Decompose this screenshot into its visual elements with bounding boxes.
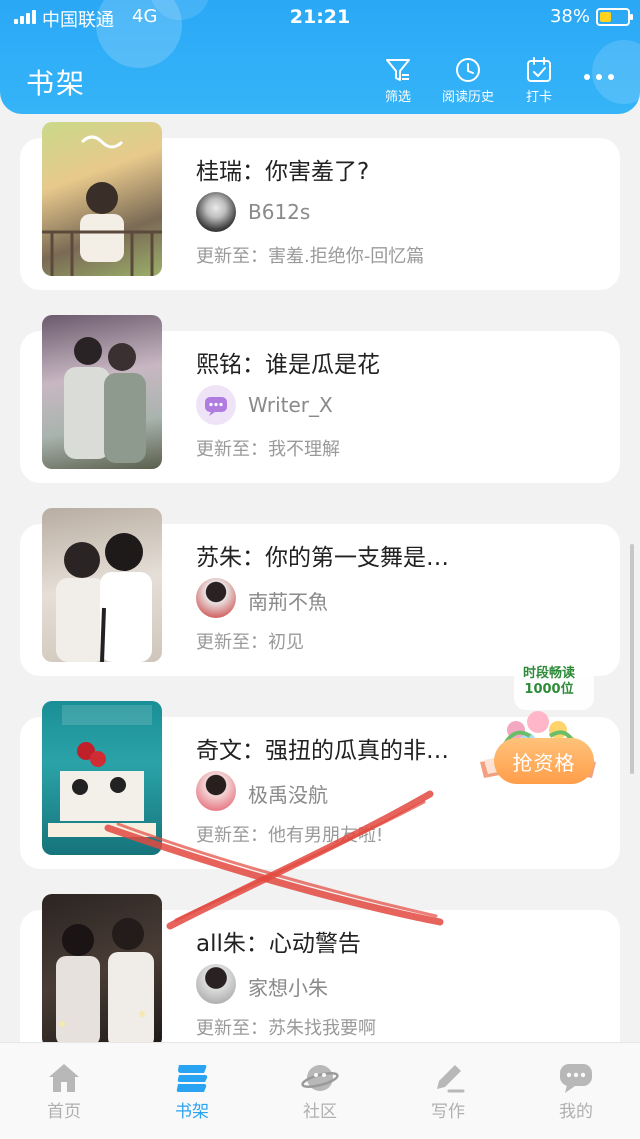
avatar: [196, 578, 236, 618]
cover-art: [48, 705, 156, 837]
decor-bubble: [592, 40, 640, 104]
book-card[interactable]: 桂瑞：你害羞了? B612s 更新至：害羞.拒绝你-回忆篇: [20, 122, 620, 290]
tab-community[interactable]: 社区: [256, 1043, 384, 1139]
home-icon: [49, 1064, 79, 1092]
filter-button[interactable]: 筛选: [380, 56, 416, 105]
update-text: 更新至：初见: [196, 632, 304, 653]
cover-art: [56, 918, 154, 1042]
book-card[interactable]: all朱：心动警告 家想小朱 更新至：苏朱找我要啊: [20, 894, 620, 1042]
clock: 21:21: [289, 6, 351, 28]
tab-label: 社区: [303, 1102, 337, 1122]
status-bar: 中国联通 4G 21:21 38%: [0, 0, 640, 34]
book-card[interactable]: 苏朱：你的第一支舞是… 南荊不魚 更新至：初见: [20, 508, 620, 676]
book-cover[interactable]: [42, 315, 162, 469]
calendar-check-icon: [527, 57, 551, 82]
tab-write[interactable]: 写作: [384, 1043, 512, 1139]
book-title[interactable]: 桂瑞：你害羞了?: [196, 152, 369, 186]
book-cover[interactable]: [42, 122, 162, 276]
author-name[interactable]: B612s: [248, 200, 310, 224]
tab-label: 书架: [175, 1102, 209, 1122]
author-name[interactable]: 极禹没航: [248, 779, 328, 808]
checkin-button[interactable]: 打卡: [522, 56, 556, 105]
book-title[interactable]: all朱：心动警告: [196, 924, 361, 958]
planet-icon: [301, 1065, 339, 1091]
update-text: 更新至：苏朱找我要啊: [196, 1018, 376, 1039]
filter-label: 筛选: [384, 90, 411, 105]
author-name[interactable]: Writer_X: [248, 393, 333, 417]
app-header: 中国联通 4G 21:21 38% 书架 筛选 阅读历史 打卡: [0, 0, 640, 114]
promo-label: 时段畅读 1000位: [522, 666, 575, 697]
battery-icon: [596, 8, 633, 26]
avatar: [196, 385, 236, 425]
avatar: [196, 964, 236, 1004]
pen-icon: [437, 1065, 465, 1093]
tab-mine[interactable]: 我的: [512, 1043, 640, 1139]
tab-label: 写作: [431, 1102, 465, 1122]
cover-art: [56, 533, 152, 662]
more-dots-icon[interactable]: [584, 74, 614, 80]
update-text: 更新至：害羞.拒绝你-回忆篇: [196, 246, 425, 267]
reading-history-label: 阅读历史: [441, 90, 494, 105]
tab-label: 我的: [559, 1102, 593, 1122]
filter-icon: [386, 59, 410, 81]
bottom-tab-bar: 首页 书架 社区 写作 我的: [0, 1042, 640, 1139]
author-name[interactable]: 南荊不魚: [248, 586, 328, 615]
bookshelf-list[interactable]: 桂瑞：你害羞了? B612s 更新至：害羞.拒绝你-回忆篇 熙铭：谁是瓜是花 W…: [0, 114, 640, 1042]
battery-percent: 38%: [549, 6, 590, 27]
clock-icon: [456, 58, 480, 82]
checkin-label: 打卡: [525, 90, 552, 105]
book-card[interactable]: 熙铭：谁是瓜是花 Writer_X 更新至：我不理解: [20, 315, 620, 483]
book-cover[interactable]: [42, 508, 162, 662]
grab-qualification-button[interactable]: 抢资格: [494, 738, 594, 784]
tab-bookshelf[interactable]: 书架: [128, 1043, 256, 1139]
book-title[interactable]: 苏朱：你的第一支舞是…: [196, 538, 449, 572]
chat-bubble-icon: [205, 397, 227, 416]
book-title[interactable]: 奇文：强扭的瓜真的非…: [196, 731, 449, 765]
reading-history-button[interactable]: 阅读历史: [438, 56, 498, 105]
tab-home[interactable]: 首页: [0, 1043, 128, 1139]
bookshelf-icon: [176, 1065, 208, 1092]
avatar: [196, 771, 236, 811]
scrollbar[interactable]: [630, 544, 634, 774]
book-cover[interactable]: [42, 701, 162, 855]
page-title: 书架: [26, 67, 87, 100]
chat-bubble-icon: [560, 1064, 592, 1093]
update-text: 更新至：他有男朋友啦!: [196, 825, 384, 846]
author-name[interactable]: 家想小朱: [248, 972, 328, 1001]
book-cover[interactable]: [42, 894, 162, 1042]
update-text: 更新至：我不理解: [196, 439, 340, 460]
cover-art: [42, 135, 162, 276]
cover-art: [64, 337, 146, 463]
avatar: [196, 192, 236, 232]
book-title[interactable]: 熙铭：谁是瓜是花: [196, 345, 380, 379]
tab-label: 首页: [47, 1102, 81, 1122]
